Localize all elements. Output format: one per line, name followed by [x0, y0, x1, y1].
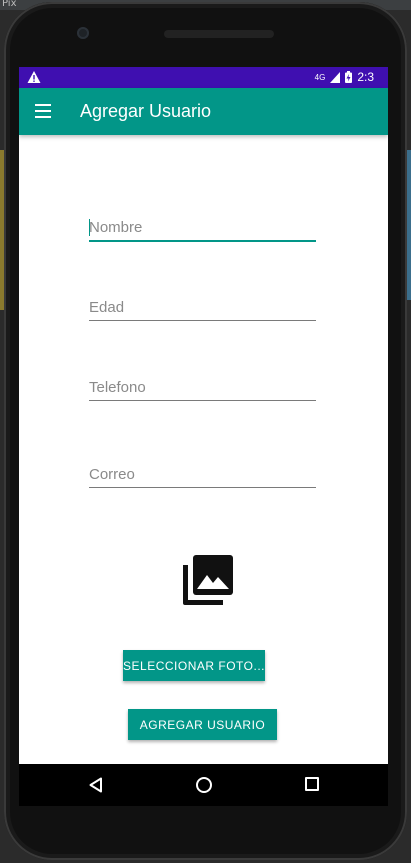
- select-photo-button[interactable]: SELECCIONAR FOTO...: [123, 650, 265, 681]
- correo-underline: [89, 487, 316, 488]
- nombre-underline: [89, 240, 316, 242]
- app-screen: 4G 2:3 Agregar Usuario Nombre Edad Telef…: [19, 67, 388, 764]
- telefono-underline: [89, 400, 316, 401]
- signal-icon: [330, 71, 341, 83]
- ide-side-panel-right: [407, 150, 411, 300]
- front-camera: [77, 27, 89, 39]
- edad-input[interactable]: [89, 295, 316, 319]
- earpiece-speaker: [164, 30, 274, 38]
- photo-library-icon[interactable]: [181, 553, 235, 607]
- add-user-button[interactable]: AGREGAR USUARIO: [128, 709, 277, 740]
- status-indicators: 4G 2:3: [315, 70, 374, 84]
- text-cursor: [89, 219, 90, 236]
- back-icon[interactable]: [89, 777, 103, 793]
- correo-input[interactable]: [89, 462, 316, 486]
- warning-icon: [27, 71, 41, 83]
- telefono-field: [89, 375, 316, 401]
- ide-window-title: Pix: [2, 0, 17, 9]
- system-nav-bar: [19, 764, 388, 806]
- battery-icon: [345, 71, 353, 83]
- edad-underline: [89, 320, 316, 321]
- menu-icon[interactable]: [35, 104, 51, 118]
- nombre-input[interactable]: [89, 215, 316, 239]
- app-bar: Agregar Usuario: [19, 88, 388, 135]
- home-icon[interactable]: [196, 777, 212, 793]
- edad-field: [89, 295, 316, 321]
- status-bar: 4G 2:3: [19, 67, 388, 88]
- page-title: Agregar Usuario: [80, 101, 212, 121]
- network-type-label: 4G: [314, 72, 326, 82]
- recent-apps-icon[interactable]: [305, 777, 319, 791]
- nombre-field: [89, 215, 316, 242]
- status-time: 2:3: [357, 70, 374, 84]
- correo-field: [89, 462, 316, 488]
- telefono-input[interactable]: [89, 375, 316, 399]
